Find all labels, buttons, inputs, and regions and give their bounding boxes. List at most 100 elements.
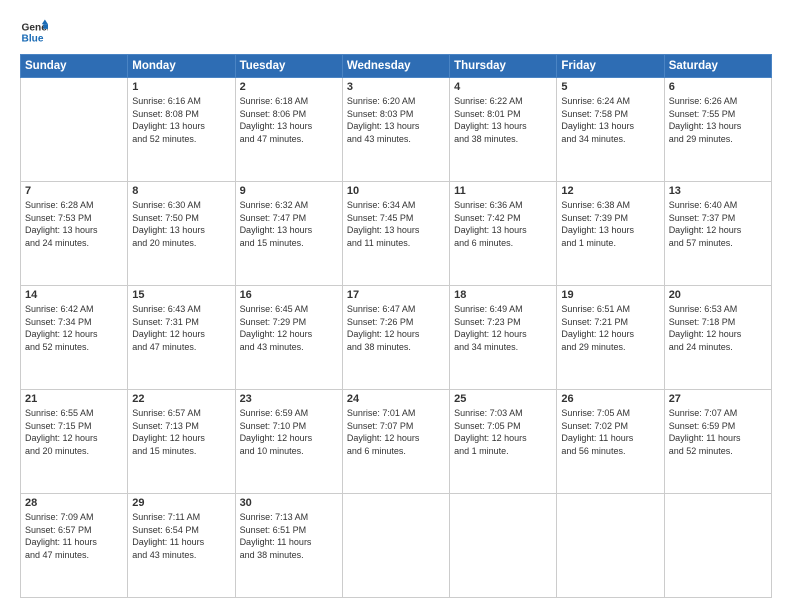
day-number: 3: [347, 81, 445, 93]
cell-content: Sunrise: 7:07 AM Sunset: 6:59 PM Dayligh…: [669, 407, 767, 457]
calendar-cell: 20 Sunrise: 6:53 AM Sunset: 7:18 PM Dayli…: [664, 286, 771, 390]
calendar-cell: 15 Sunrise: 6:43 AM Sunset: 7:31 PM Dayli…: [128, 286, 235, 390]
calendar-cell: 16 Sunrise: 6:45 AM Sunset: 7:29 PM Dayli…: [235, 286, 342, 390]
day-number: 23: [240, 393, 338, 405]
calendar-cell: 19 Sunrise: 6:51 AM Sunset: 7:21 PM Dayli…: [557, 286, 664, 390]
cell-content: Sunrise: 6:59 AM Sunset: 7:10 PM Dayligh…: [240, 407, 338, 457]
cell-content: Sunrise: 7:01 AM Sunset: 7:07 PM Dayligh…: [347, 407, 445, 457]
day-number: 18: [454, 289, 552, 301]
cell-content: Sunrise: 7:09 AM Sunset: 6:57 PM Dayligh…: [25, 511, 123, 561]
cell-content: Sunrise: 6:16 AM Sunset: 8:08 PM Dayligh…: [132, 95, 230, 145]
cell-content: Sunrise: 6:43 AM Sunset: 7:31 PM Dayligh…: [132, 303, 230, 353]
cell-content: Sunrise: 6:45 AM Sunset: 7:29 PM Dayligh…: [240, 303, 338, 353]
cell-content: Sunrise: 6:53 AM Sunset: 7:18 PM Dayligh…: [669, 303, 767, 353]
cell-content: Sunrise: 6:34 AM Sunset: 7:45 PM Dayligh…: [347, 199, 445, 249]
day-number: 26: [561, 393, 659, 405]
calendar-cell: 11Sunrise: 6:36 AM Sunset: 7:42 PM Dayli…: [450, 182, 557, 286]
cell-content: Sunrise: 7:05 AM Sunset: 7:02 PM Dayligh…: [561, 407, 659, 457]
calendar-cell: [342, 494, 449, 598]
day-number: 4: [454, 81, 552, 93]
logo: General Blue: [20, 18, 48, 46]
day-number: 5: [561, 81, 659, 93]
day-number: 6: [669, 81, 767, 93]
calendar-cell: 6Sunrise: 6:26 AM Sunset: 7:55 PM Daylig…: [664, 78, 771, 182]
weekday-header-row: SundayMondayTuesdayWednesdayThursdayFrid…: [21, 55, 772, 78]
day-number: 28: [25, 497, 123, 509]
week-row-2: 7 Sunrise: 6:28 AM Sunset: 7:53 PM Daylig…: [21, 182, 772, 286]
calendar-cell: 3 Sunrise: 6:20 AM Sunset: 8:03 PM Daylig…: [342, 78, 449, 182]
calendar-cell: [664, 494, 771, 598]
cell-content: Sunrise: 7:11 AM Sunset: 6:54 PM Dayligh…: [132, 511, 230, 561]
week-row-3: 14 Sunrise: 6:42 AM Sunset: 7:34 PM Dayli…: [21, 286, 772, 390]
calendar-cell: 8 Sunrise: 6:30 AM Sunset: 7:50 PM Daylig…: [128, 182, 235, 286]
calendar-cell: 25 Sunrise: 7:03 AM Sunset: 7:05 PM Dayli…: [450, 390, 557, 494]
svg-text:Blue: Blue: [22, 33, 44, 44]
day-number: 25: [454, 393, 552, 405]
day-number: 17: [347, 289, 445, 301]
day-number: 24: [347, 393, 445, 405]
calendar-cell: 21 Sunrise: 6:55 AM Sunset: 7:15 PM Dayli…: [21, 390, 128, 494]
day-number: 10: [347, 185, 445, 197]
cell-content: Sunrise: 7:13 AM Sunset: 6:51 PM Dayligh…: [240, 511, 338, 561]
cell-content: Sunrise: 6:51 AM Sunset: 7:21 PM Dayligh…: [561, 303, 659, 353]
day-number: 13: [669, 185, 767, 197]
cell-content: Sunrise: 7:03 AM Sunset: 7:05 PM Dayligh…: [454, 407, 552, 457]
day-number: 16: [240, 289, 338, 301]
calendar-cell: 23 Sunrise: 6:59 AM Sunset: 7:10 PM Dayli…: [235, 390, 342, 494]
calendar-cell: 2 Sunrise: 6:18 AM Sunset: 8:06 PM Daylig…: [235, 78, 342, 182]
cell-content: Sunrise: 6:30 AM Sunset: 7:50 PM Dayligh…: [132, 199, 230, 249]
week-row-5: 28 Sunrise: 7:09 AM Sunset: 6:57 PM Dayli…: [21, 494, 772, 598]
day-number: 27: [669, 393, 767, 405]
weekday-header-friday: Friday: [557, 55, 664, 78]
cell-content: Sunrise: 6:55 AM Sunset: 7:15 PM Dayligh…: [25, 407, 123, 457]
day-number: 2: [240, 81, 338, 93]
cell-content: Sunrise: 6:42 AM Sunset: 7:34 PM Dayligh…: [25, 303, 123, 353]
cell-content: Sunrise: 6:18 AM Sunset: 8:06 PM Dayligh…: [240, 95, 338, 145]
calendar-cell: 12 Sunrise: 6:38 AM Sunset: 7:39 PM Dayli…: [557, 182, 664, 286]
cell-content: Sunrise: 6:28 AM Sunset: 7:53 PM Dayligh…: [25, 199, 123, 249]
day-number: 14: [25, 289, 123, 301]
calendar-cell: 7 Sunrise: 6:28 AM Sunset: 7:53 PM Daylig…: [21, 182, 128, 286]
cell-content: Sunrise: 6:20 AM Sunset: 8:03 PM Dayligh…: [347, 95, 445, 145]
cell-content: Sunrise: 6:40 AM Sunset: 7:37 PM Dayligh…: [669, 199, 767, 249]
calendar-cell: 10 Sunrise: 6:34 AM Sunset: 7:45 PM Dayli…: [342, 182, 449, 286]
calendar-cell: 29 Sunrise: 7:11 AM Sunset: 6:54 PM Dayli…: [128, 494, 235, 598]
cell-content: Sunrise: 6:36 AM Sunset: 7:42 PM Dayligh…: [454, 199, 552, 249]
calendar-cell: 24 Sunrise: 7:01 AM Sunset: 7:07 PM Dayli…: [342, 390, 449, 494]
week-row-4: 21 Sunrise: 6:55 AM Sunset: 7:15 PM Dayli…: [21, 390, 772, 494]
day-number: 19: [561, 289, 659, 301]
weekday-header-tuesday: Tuesday: [235, 55, 342, 78]
calendar-cell: 18Sunrise: 6:49 AM Sunset: 7:23 PM Dayli…: [450, 286, 557, 390]
calendar-cell: [21, 78, 128, 182]
cell-content: Sunrise: 6:47 AM Sunset: 7:26 PM Dayligh…: [347, 303, 445, 353]
page: General Blue SundayMondayTuesdayWednesda…: [0, 0, 792, 612]
calendar-cell: 14 Sunrise: 6:42 AM Sunset: 7:34 PM Dayli…: [21, 286, 128, 390]
cell-content: Sunrise: 6:57 AM Sunset: 7:13 PM Dayligh…: [132, 407, 230, 457]
day-number: 30: [240, 497, 338, 509]
calendar-cell: 9Sunrise: 6:32 AM Sunset: 7:47 PM Daylig…: [235, 182, 342, 286]
day-number: 21: [25, 393, 123, 405]
calendar-cell: 28 Sunrise: 7:09 AM Sunset: 6:57 PM Dayli…: [21, 494, 128, 598]
cell-content: Sunrise: 6:38 AM Sunset: 7:39 PM Dayligh…: [561, 199, 659, 249]
day-number: 8: [132, 185, 230, 197]
calendar-cell: 17 Sunrise: 6:47 AM Sunset: 7:26 PM Dayli…: [342, 286, 449, 390]
day-number: 7: [25, 185, 123, 197]
week-row-1: 1 Sunrise: 6:16 AM Sunset: 8:08 PM Daylig…: [21, 78, 772, 182]
day-number: 29: [132, 497, 230, 509]
day-number: 15: [132, 289, 230, 301]
weekday-header-wednesday: Wednesday: [342, 55, 449, 78]
cell-content: Sunrise: 6:32 AM Sunset: 7:47 PM Dayligh…: [240, 199, 338, 249]
weekday-header-sunday: Sunday: [21, 55, 128, 78]
cell-content: Sunrise: 6:22 AM Sunset: 8:01 PM Dayligh…: [454, 95, 552, 145]
calendar-cell: 5 Sunrise: 6:24 AM Sunset: 7:58 PM Daylig…: [557, 78, 664, 182]
day-number: 20: [669, 289, 767, 301]
calendar-cell: 4 Sunrise: 6:22 AM Sunset: 8:01 PM Daylig…: [450, 78, 557, 182]
calendar-cell: 22Sunrise: 6:57 AM Sunset: 7:13 PM Dayli…: [128, 390, 235, 494]
calendar-cell: [450, 494, 557, 598]
calendar-cell: [557, 494, 664, 598]
day-number: 1: [132, 81, 230, 93]
logo-icon: General Blue: [20, 18, 48, 46]
calendar-cell: 1 Sunrise: 6:16 AM Sunset: 8:08 PM Daylig…: [128, 78, 235, 182]
day-number: 12: [561, 185, 659, 197]
cell-content: Sunrise: 6:24 AM Sunset: 7:58 PM Dayligh…: [561, 95, 659, 145]
